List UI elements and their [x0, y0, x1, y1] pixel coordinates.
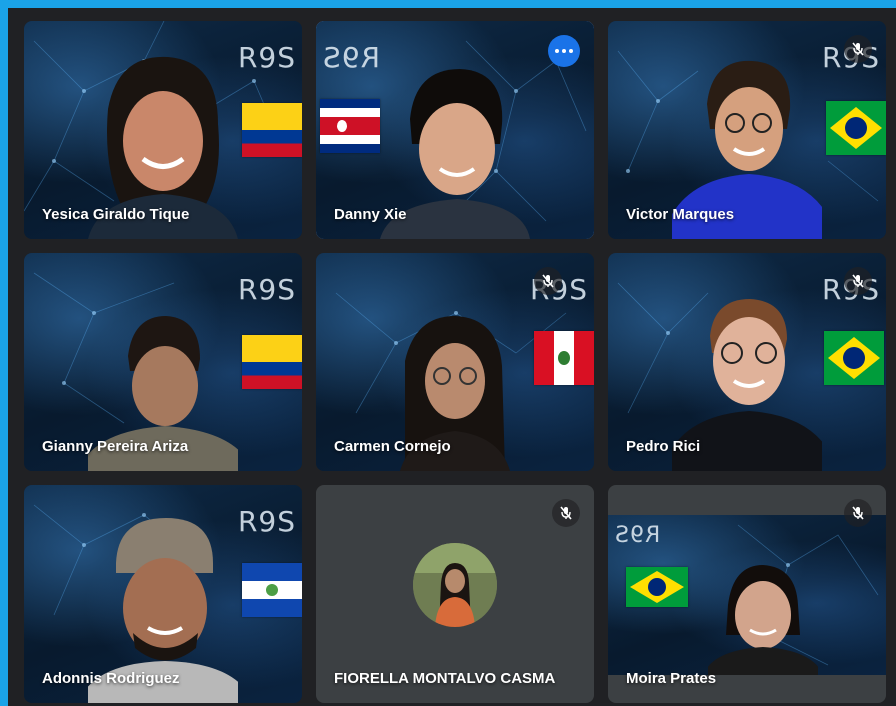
event-logo: R9S	[237, 41, 296, 74]
peru-flag-icon	[534, 331, 594, 385]
mic-off-icon	[552, 499, 580, 527]
participant-name: Victor Marques	[626, 206, 735, 223]
colombia-flag-icon	[242, 103, 302, 157]
el-salvador-flag-icon	[242, 563, 302, 617]
mic-off-icon	[844, 499, 872, 527]
more-options-icon[interactable]	[548, 35, 580, 67]
participant-tile[interactable]: R9S Carmen Cornejo	[316, 253, 594, 471]
participant-tile[interactable]: R9S Yesica Giraldo Tique	[24, 21, 302, 239]
participant-name: Moira Prates	[626, 670, 717, 687]
participant-name: FIORELLA MONTALVO CASMA	[334, 670, 556, 687]
participant-name: Pedro Rici	[626, 438, 701, 455]
participant-name: Danny Xie	[334, 206, 407, 223]
brazil-flag-icon	[626, 567, 688, 607]
event-logo: R9S	[237, 273, 296, 306]
avatar	[413, 543, 497, 627]
participant-tile[interactable]: R9S Adonnis Rodriguez	[24, 485, 302, 703]
participant-video-frame: R9S	[608, 515, 886, 675]
participant-name: Gianny Pereira Ariza	[42, 438, 189, 455]
participant-tile[interactable]: R9S Victor Marques	[608, 21, 886, 239]
participant-video	[708, 565, 818, 675]
participant-name: Adonnis Rodriguez	[42, 670, 180, 687]
participant-tile[interactable]: R9S Moira Prates	[608, 485, 886, 703]
event-logo: R9S	[237, 505, 296, 538]
mic-off-icon	[844, 35, 872, 63]
colombia-flag-icon	[242, 335, 302, 389]
participant-tile-camera-off[interactable]: FIORELLA MONTALVO CASMA	[316, 485, 594, 703]
costa-rica-flag-icon	[320, 99, 380, 153]
brazil-flag-icon	[826, 101, 886, 155]
brazil-flag-icon	[824, 331, 884, 385]
event-logo: R9S	[322, 41, 381, 74]
participant-name: Yesica Giraldo Tique	[42, 206, 190, 223]
event-logo: R9S	[614, 523, 661, 548]
mic-off-icon	[534, 267, 562, 295]
participant-tile[interactable]: R9S Gianny Pereira Ariza	[24, 253, 302, 471]
participant-name: Carmen Cornejo	[334, 438, 451, 455]
mic-off-icon	[844, 267, 872, 295]
video-grid: R9S Yesica Giraldo Tique R9S Danny Xie V…	[8, 8, 896, 706]
participant-tile-active-speaker[interactable]: R9S Danny Xie	[316, 21, 594, 239]
participant-tile[interactable]: R9S Pedro Rici	[608, 253, 886, 471]
